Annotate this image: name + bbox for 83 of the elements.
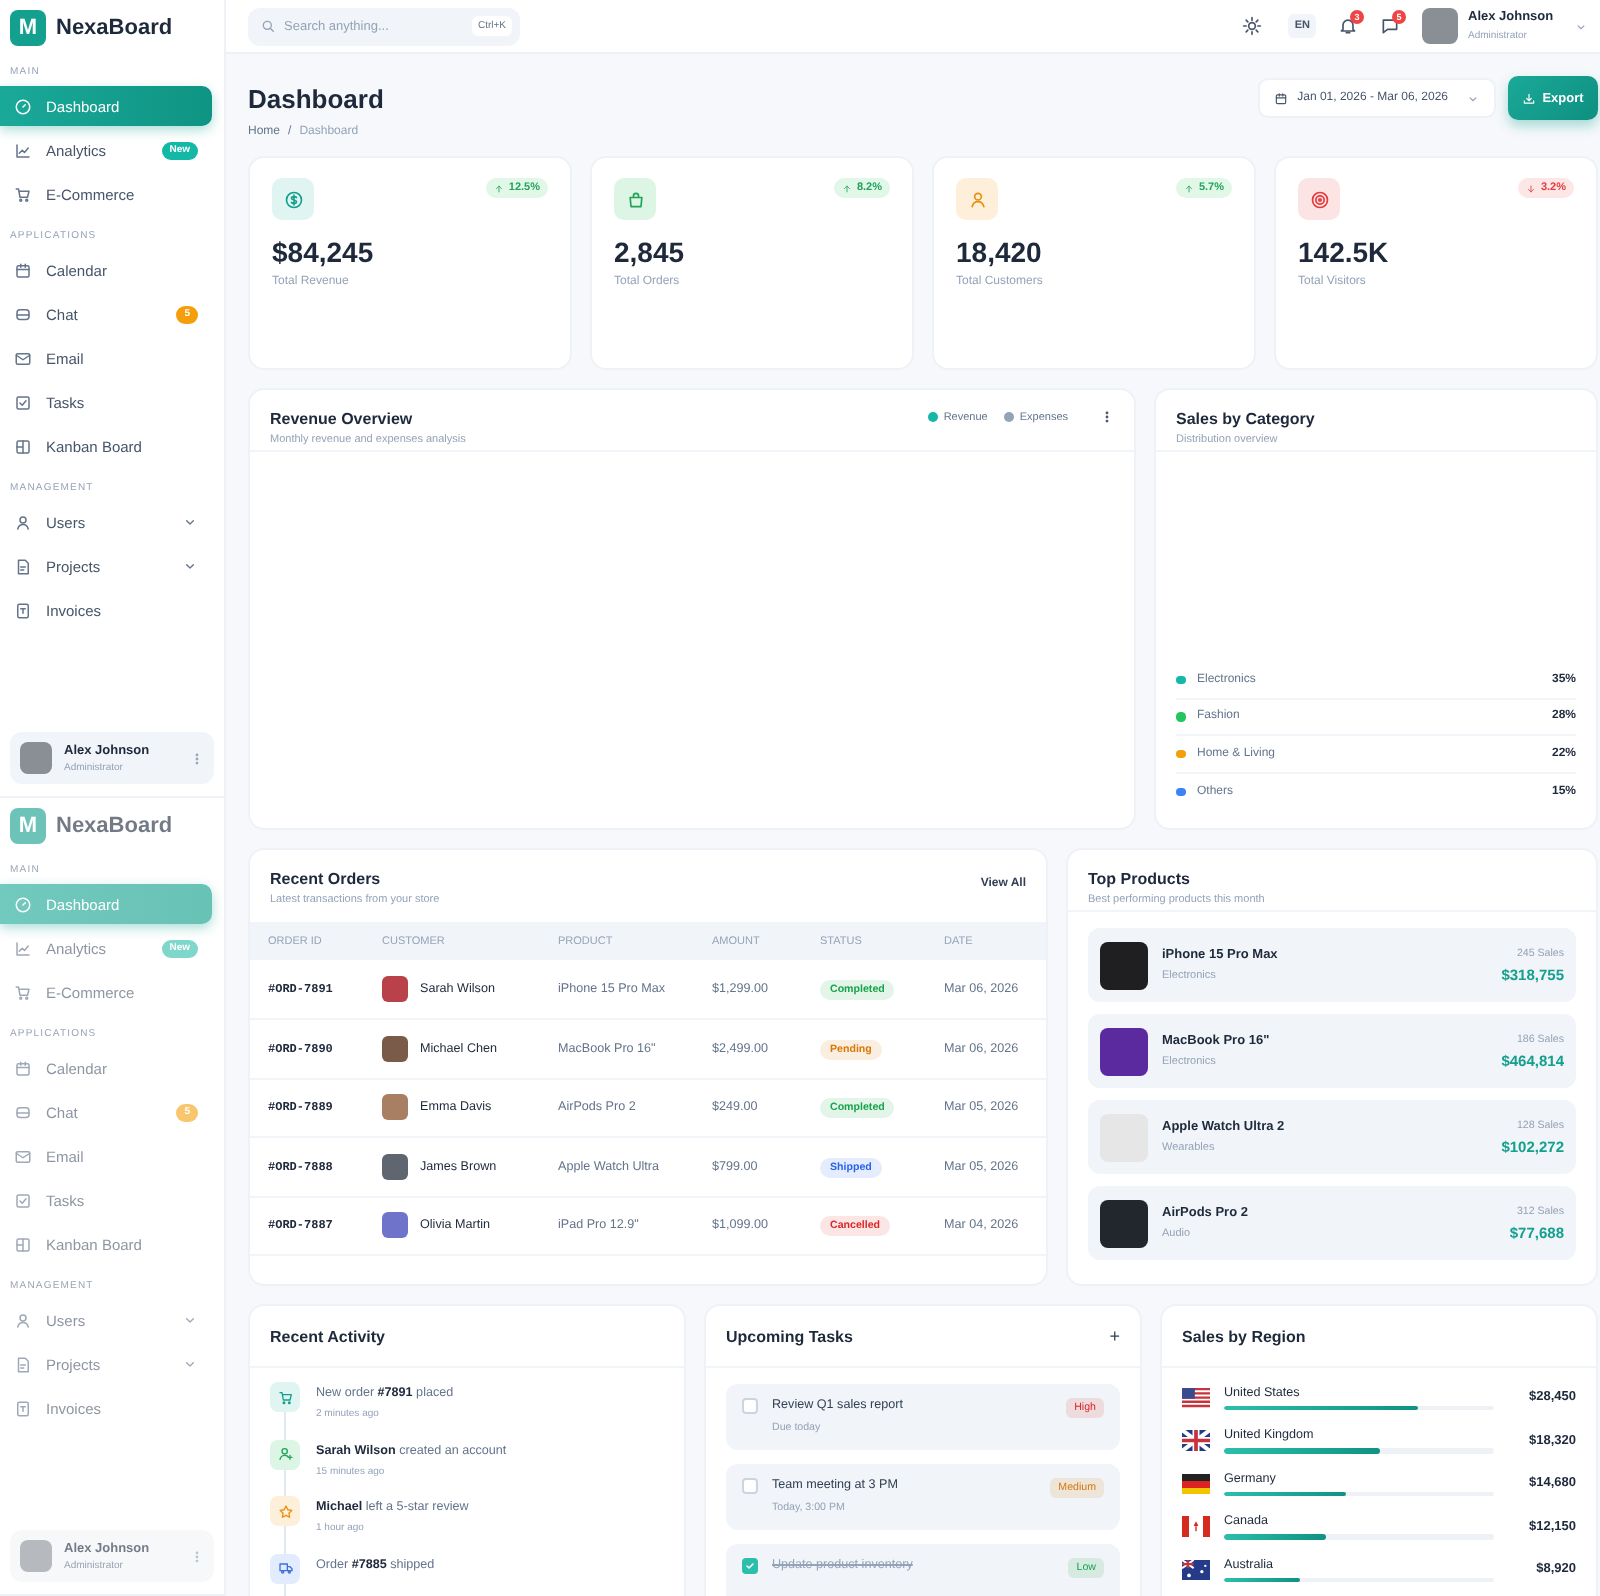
avatar <box>20 742 52 774</box>
more-icon <box>190 751 204 765</box>
avatar <box>382 1094 408 1121</box>
stat-value: 18,420 <box>956 236 1044 268</box>
search-icon <box>260 18 276 34</box>
card-title: Sales by Region <box>1182 1327 1306 1345</box>
kanban-icon <box>14 437 32 455</box>
chevron-icon <box>182 558 198 574</box>
flag-icon <box>1182 1473 1210 1494</box>
photo-placeholder <box>1100 941 1148 989</box>
brand-name: NexaBoard <box>56 813 173 837</box>
user-plus-icon <box>270 1439 300 1469</box>
avatar <box>382 976 408 1002</box>
user-icon <box>956 178 998 220</box>
target-icon <box>1298 178 1340 220</box>
chat-icon <box>14 1103 32 1121</box>
calendar-icon <box>14 261 32 279</box>
arrow-down-icon <box>1526 183 1537 193</box>
more-icon <box>1100 410 1114 424</box>
card-title: Revenue Overview <box>270 410 415 428</box>
truck-icon <box>270 1553 300 1583</box>
avatar <box>20 1540 52 1572</box>
calendar-icon <box>1273 91 1288 105</box>
page-title: Dashboard <box>248 84 384 114</box>
avatar <box>1422 8 1458 44</box>
brand-name: NexaBoard <box>56 15 173 39</box>
calendar-icon <box>14 1059 32 1077</box>
more-icon <box>190 1549 204 1563</box>
gauge-icon <box>14 895 32 913</box>
checkbox[interactable] <box>742 1558 758 1574</box>
arrow-up-icon <box>494 183 505 193</box>
dollar-icon <box>272 178 314 220</box>
arrow-up-icon <box>1184 183 1195 193</box>
photo-placeholder <box>1100 1199 1148 1247</box>
add-button[interactable]: + <box>1109 1326 1120 1346</box>
flag-icon <box>1182 1516 1210 1537</box>
stat-value: 2,845 <box>614 236 687 268</box>
message-icon <box>1380 16 1400 36</box>
card-title: Recent Orders <box>270 870 383 888</box>
file-icon <box>14 557 32 575</box>
card-title: Upcoming Tasks <box>726 1327 853 1345</box>
mail-icon <box>14 1147 32 1165</box>
logo-mark: M <box>10 9 46 45</box>
gauge-icon <box>14 97 32 115</box>
check-icon <box>14 393 32 411</box>
cart-icon <box>14 983 32 1001</box>
star-icon <box>270 1496 300 1526</box>
chart-icon <box>14 939 32 957</box>
chart-icon <box>14 141 32 159</box>
bag-icon <box>614 178 656 220</box>
chevron-icon <box>182 1312 198 1328</box>
stat-value: 142.5K <box>1298 236 1391 268</box>
flag-icon <box>1182 1387 1210 1408</box>
stat-value: $84,245 <box>272 236 376 268</box>
avatar <box>382 1212 408 1239</box>
arrow-up-icon <box>842 183 853 193</box>
user-icon <box>14 513 32 531</box>
checkbox[interactable] <box>742 1478 758 1494</box>
photo-placeholder <box>1100 1027 1148 1075</box>
chevron-icon <box>1574 19 1588 33</box>
mail-icon <box>14 349 32 367</box>
chevron-icon <box>182 1356 198 1372</box>
cart-icon <box>14 185 32 203</box>
card-title: Recent Activity <box>270 1327 385 1345</box>
check-icon <box>14 1191 32 1209</box>
flag-icon <box>1182 1559 1210 1580</box>
avatar <box>382 1153 408 1180</box>
avatar <box>382 1035 408 1062</box>
chevron-icon <box>182 514 198 530</box>
chevron-icon <box>1466 91 1480 105</box>
notifications-icon <box>1338 16 1358 36</box>
checkbox[interactable] <box>742 1398 758 1414</box>
cart-icon <box>270 1382 300 1412</box>
file-icon <box>14 1355 32 1373</box>
logo-mark: M <box>10 807 46 843</box>
chat-icon <box>14 305 32 323</box>
download-icon <box>1522 91 1537 105</box>
flag-icon <box>1182 1430 1210 1451</box>
user-icon <box>14 1311 32 1329</box>
card-title: Top Products <box>1088 870 1192 888</box>
card-title: Sales by Category <box>1176 410 1315 428</box>
sun-icon <box>1242 16 1263 36</box>
kanban-icon <box>14 1235 32 1253</box>
